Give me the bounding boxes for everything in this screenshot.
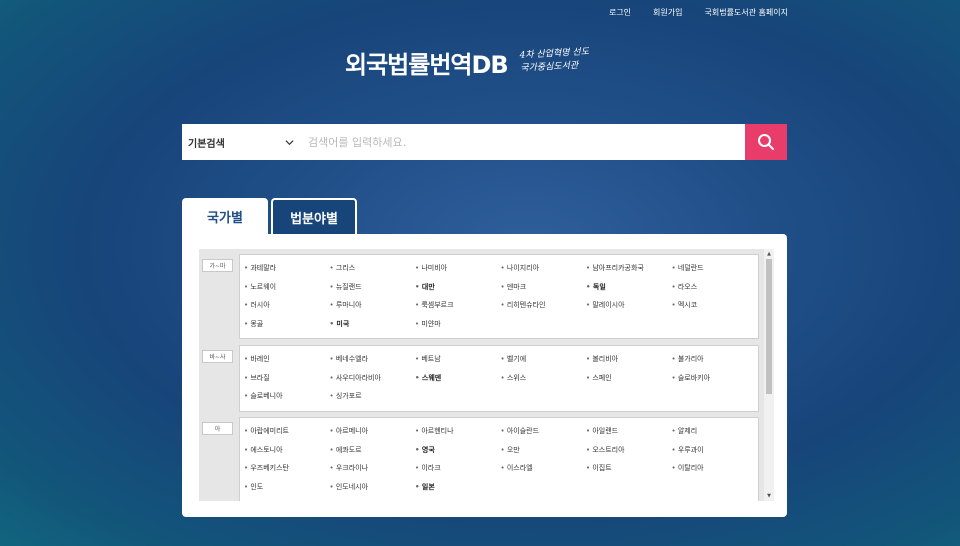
country-grid: 과테말라그리스나미비아나이지리아남아프리카공화국네덜란드노르웨이뉴질랜드대만덴마… [240, 255, 758, 333]
country-link[interactable]: 말레이시아 [586, 296, 672, 315]
country-link[interactable]: 몽골 [244, 315, 330, 334]
country-link[interactable]: 이집트 [586, 459, 672, 478]
country-link[interactable]: 에콰도르 [330, 441, 416, 460]
country-link[interactable]: 일본 [415, 478, 501, 497]
country-link[interactable]: 오만 [501, 441, 587, 460]
country-link[interactable]: 덴마크 [501, 278, 587, 297]
search-type-select[interactable]: 기본검색 [182, 124, 302, 160]
search-input[interactable] [302, 124, 745, 160]
country-link[interactable]: 아일랜드 [586, 422, 672, 441]
country-link[interactable]: 아르헨티나 [415, 422, 501, 441]
country-link[interactable]: 스웨덴 [415, 369, 501, 388]
country-link[interactable]: 베네수엘라 [330, 350, 416, 369]
site-slogan: 4차 산업혁명 선도 국가중심도서관 [519, 46, 590, 76]
country-link[interactable]: 에스토니아 [244, 441, 330, 460]
country-grid: 바레인베네수엘라베트남벨기에볼리비아불가리아브라질사우디아라비아스웨덴스위스스페… [240, 346, 758, 406]
country-link[interactable]: 베트남 [415, 350, 501, 369]
scroll-thumb[interactable] [766, 259, 772, 394]
scrollbar[interactable]: ▲ ▼ [764, 249, 774, 501]
group-box: 과테말라그리스나미비아나이지리아남아프리카공화국네덜란드노르웨이뉴질랜드대만덴마… [239, 254, 759, 339]
site-logo[interactable]: 외국법률번역DB 4차 산업혁명 선도 국가중심도서관 [345, 46, 590, 88]
category-tabs: 국가별 법분야별 [182, 198, 357, 235]
country-link[interactable]: 사우디아라비아 [330, 369, 416, 388]
country-link[interactable]: 우즈베키스탄 [244, 459, 330, 478]
tab-by-field[interactable]: 법분야별 [271, 198, 357, 235]
country-link[interactable]: 브라질 [244, 369, 330, 388]
country-link[interactable]: 나미비아 [415, 259, 501, 278]
group-label: 바~사 [202, 350, 233, 363]
country-link[interactable]: 뉴질랜드 [330, 278, 416, 297]
slogan-line-2: 국가중심도서관 [519, 60, 579, 74]
country-link[interactable]: 멕시코 [672, 296, 758, 315]
signup-link[interactable]: 회원가입 [653, 8, 682, 18]
tab-by-country[interactable]: 국가별 [182, 198, 268, 235]
country-link[interactable]: 오스트리아 [586, 441, 672, 460]
country-link[interactable]: 불가리아 [672, 350, 758, 369]
country-link[interactable]: 아이슬란드 [501, 422, 587, 441]
country-link[interactable]: 룩셈부르크 [415, 296, 501, 315]
country-group: 가~마 과테말라그리스나미비아나이지리아남아프리카공화국네덜란드노르웨이뉴질랜드… [199, 254, 759, 339]
country-link[interactable]: 볼리비아 [586, 350, 672, 369]
country-link[interactable]: 인도 [244, 478, 330, 497]
country-group: 아 아랍에미리트아르메니아아르헨티나아이슬란드아일랜드알제리에스토니아에콰도르영… [199, 417, 759, 501]
login-link[interactable]: 로그인 [609, 8, 631, 18]
country-link[interactable]: 대만 [415, 278, 501, 297]
country-link[interactable]: 알제리 [672, 422, 758, 441]
country-link[interactable]: 이탈리아 [672, 459, 758, 478]
country-link[interactable]: 이라크 [415, 459, 501, 478]
top-nav: 로그인 회원가입 국회법률도서관 홈페이지 [609, 8, 788, 18]
country-link[interactable]: 바레인 [244, 350, 330, 369]
country-link[interactable]: 과테말라 [244, 259, 330, 278]
chevron-down-icon [285, 139, 294, 145]
group-box: 바레인베네수엘라베트남벨기에볼리비아불가리아브라질사우디아라비아스웨덴스위스스페… [239, 345, 759, 412]
country-link[interactable]: 미국 [330, 315, 416, 334]
country-grid: 아랍에미리트아르메니아아르헨티나아이슬란드아일랜드알제리에스토니아에콰도르영국오… [240, 418, 758, 496]
country-link[interactable]: 이스라엘 [501, 459, 587, 478]
country-panel: 가~마 과테말라그리스나미비아나이지리아남아프리카공화국네덜란드노르웨이뉴질랜드… [182, 234, 787, 517]
country-link[interactable]: 우루과이 [672, 441, 758, 460]
search-bar: 기본검색 [182, 124, 787, 160]
country-link[interactable]: 러시아 [244, 296, 330, 315]
country-link[interactable]: 슬로베니아 [244, 387, 330, 406]
country-link[interactable]: 영국 [415, 441, 501, 460]
country-link[interactable]: 인도네시아 [330, 478, 416, 497]
country-link[interactable]: 아르메니아 [330, 422, 416, 441]
country-link[interactable]: 스위스 [501, 369, 587, 388]
group-label: 가~마 [202, 259, 233, 272]
scroll-down-arrow-icon[interactable]: ▼ [764, 491, 774, 501]
group-label: 아 [202, 422, 233, 435]
country-link[interactable]: 라오스 [672, 278, 758, 297]
country-link[interactable]: 슬로바키아 [672, 369, 758, 388]
country-link[interactable]: 우크라이나 [330, 459, 416, 478]
search-type-label: 기본검색 [188, 138, 225, 150]
country-list-scroll[interactable]: 가~마 과테말라그리스나미비아나이지리아남아프리카공화국네덜란드노르웨이뉴질랜드… [199, 249, 774, 501]
country-link[interactable]: 루마니아 [330, 296, 416, 315]
country-link[interactable]: 네덜란드 [672, 259, 758, 278]
country-link[interactable]: 남아프리카공화국 [586, 259, 672, 278]
country-link[interactable]: 스페인 [586, 369, 672, 388]
country-link[interactable]: 미얀마 [415, 315, 501, 334]
country-link[interactable]: 리히텐슈타인 [501, 296, 587, 315]
homepage-link[interactable]: 국회법률도서관 홈페이지 [704, 8, 788, 18]
site-title: 외국법률번역DB [345, 51, 509, 79]
group-box: 아랍에미리트아르메니아아르헨티나아이슬란드아일랜드알제리에스토니아에콰도르영국오… [239, 417, 759, 501]
country-link[interactable]: 아랍에미리트 [244, 422, 330, 441]
country-group: 바~사 바레인베네수엘라베트남벨기에볼리비아불가리아브라질사우디아라비아스웨덴스… [199, 345, 759, 412]
country-link[interactable]: 싱가포르 [330, 387, 416, 406]
country-link[interactable]: 나이지리아 [501, 259, 587, 278]
search-icon [758, 134, 774, 150]
country-link[interactable]: 노르웨이 [244, 278, 330, 297]
country-link[interactable]: 그리스 [330, 259, 416, 278]
country-link[interactable]: 독일 [586, 278, 672, 297]
country-link[interactable]: 벨기에 [501, 350, 587, 369]
scroll-up-arrow-icon[interactable]: ▲ [764, 249, 774, 259]
search-button[interactable] [745, 124, 787, 160]
